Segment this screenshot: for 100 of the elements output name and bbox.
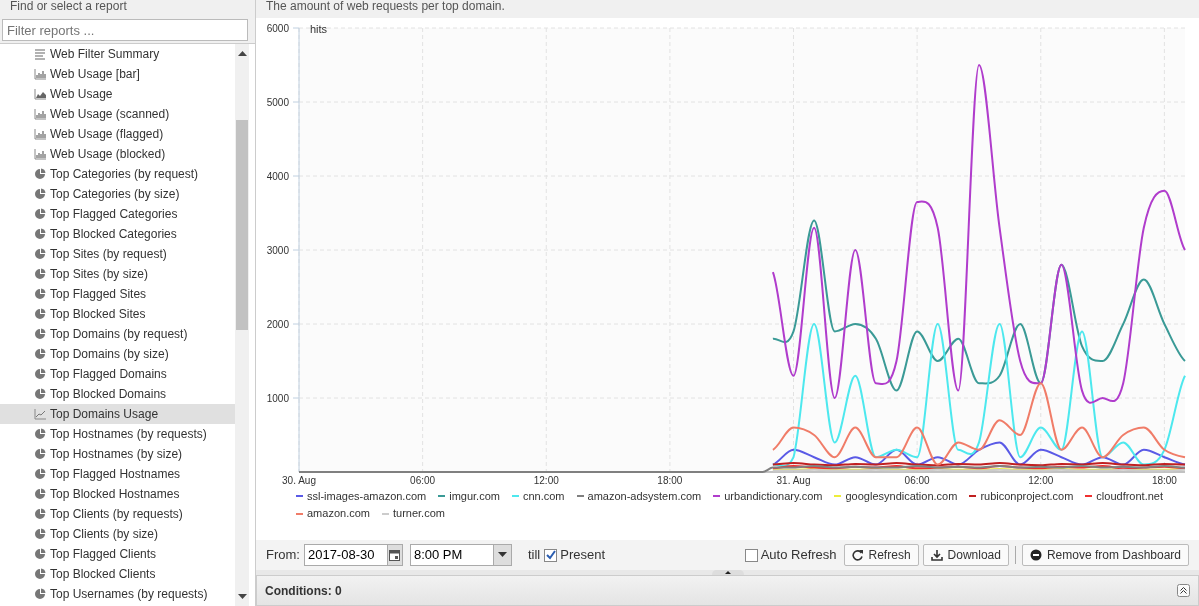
splitter-handle[interactable] [711, 570, 744, 576]
bar-chart-icon [34, 128, 46, 140]
report-item[interactable]: Top Clients (by requests) [0, 504, 235, 524]
calendar-button[interactable] [386, 545, 402, 566]
x-tick-label: 12:00 [1028, 474, 1054, 486]
legend-label[interactable]: googlesyndication.com [845, 487, 958, 505]
report-item[interactable]: Top Blocked Hostnames [0, 484, 235, 504]
report-item[interactable]: Top Blocked Categories [0, 224, 235, 244]
pie-chart-icon [34, 308, 46, 320]
report-item[interactable]: Web Filter Summary [0, 44, 235, 64]
x-tick-label: 06:00 [410, 474, 436, 486]
report-item[interactable]: Top Flagged Clients [0, 544, 235, 564]
area-chart-icon [34, 88, 46, 100]
collapse-icon[interactable] [1177, 584, 1190, 597]
report-item[interactable]: Top Blocked Domains [0, 384, 235, 404]
toolbar-button[interactable]: Download [922, 544, 1009, 567]
y-tick-label: 4000 [266, 170, 289, 182]
date-field[interactable]: 2017-08-30 [304, 545, 387, 565]
report-item[interactable]: Web Usage [0, 84, 235, 104]
report-item[interactable]: Top Hostnames (by size) [0, 444, 235, 464]
checkbox[interactable] [544, 548, 558, 562]
legend-label[interactable]: amazon.com [307, 505, 370, 522]
pie-chart-icon [34, 448, 46, 460]
pie-chart-icon [34, 168, 46, 180]
report-item[interactable]: Top Blocked Sites [0, 304, 235, 324]
report-item[interactable]: Top Flagged Hostnames [0, 464, 235, 484]
pie-chart-icon [34, 188, 46, 200]
download-icon [930, 549, 943, 562]
pie-chart-icon [34, 368, 46, 380]
pie-chart-icon [34, 348, 46, 360]
pie-chart-icon [34, 468, 46, 480]
toolbar-button[interactable]: Remove from Dashboard [1021, 544, 1189, 567]
scrollbar[interactable] [235, 44, 249, 606]
pie-chart-icon [34, 548, 46, 560]
legend-label[interactable]: cnn.com [522, 487, 565, 505]
x-tick-label: 30. Aug [282, 474, 316, 486]
minus-circle-icon [1029, 549, 1042, 562]
legend-label[interactable]: cloudfront.net [1096, 487, 1163, 505]
refresh-icon [851, 549, 864, 562]
report-item[interactable]: Web Usage [bar] [0, 64, 235, 84]
toolbar-button[interactable]: Refresh [843, 544, 919, 567]
report-item[interactable]: Web Usage (scanned) [0, 104, 235, 124]
x-tick-label: 18:00 [1151, 474, 1177, 486]
report-item[interactable]: Top Categories (by request) [0, 164, 235, 184]
y-tick-label: 5000 [266, 96, 289, 108]
summary-icon [34, 48, 46, 60]
x-tick-label: 31. Aug [776, 474, 811, 486]
date-picker[interactable]: 2017-08-30 [303, 544, 403, 567]
dropdown-button[interactable] [492, 545, 511, 566]
legend-label[interactable]: turner.com [393, 505, 445, 522]
report-item[interactable]: Top Flagged Sites [0, 284, 235, 304]
report-item[interactable]: Web Usage (flagged) [0, 124, 235, 144]
pie-chart-icon [34, 388, 46, 400]
pie-chart-icon [34, 248, 46, 260]
report-item[interactable]: Top Flagged Domains [0, 364, 235, 384]
y-tick-label: 3000 [266, 244, 289, 256]
report-item[interactable]: Web Usage (blocked) [0, 144, 235, 164]
legend-label[interactable]: imgur.com [449, 487, 500, 505]
checkbox-label[interactable]: Present [560, 545, 606, 565]
filter-field[interactable]: Filter reports ... [2, 19, 248, 41]
bar-chart-icon [34, 68, 46, 80]
pie-chart-icon [34, 488, 46, 500]
y-axis-label: hits [310, 22, 328, 35]
report-item[interactable]: Top Domains (by request) [0, 324, 235, 344]
y-tick-label: 6000 [266, 22, 289, 34]
checkbox-label[interactable]: Auto Refresh [760, 545, 837, 565]
legend-label[interactable]: ssl-images-amazon.com [307, 487, 427, 505]
report-item[interactable]: Top Domains (by size) [0, 344, 235, 364]
legend-label[interactable]: rubiconproject.com [980, 487, 1074, 505]
pie-chart-icon [34, 528, 46, 540]
report-item[interactable]: Top Sites (by size) [0, 264, 235, 284]
scroll-down-icon[interactable] [237, 594, 247, 600]
report-item[interactable]: Top Hostnames (by requests) [0, 424, 235, 444]
report-item[interactable]: Top Domains Usage [0, 404, 235, 424]
pie-chart-icon [34, 508, 46, 520]
report-item[interactable]: Top Flagged Categories [0, 204, 235, 224]
bar-chart-icon [34, 148, 46, 160]
report-item[interactable]: Top Blocked Clients [0, 564, 235, 584]
conditions-label: Conditions: 0 [265, 582, 342, 600]
bar-chart-icon [34, 108, 46, 120]
y-tick-label: 2000 [266, 318, 289, 330]
report-item[interactable]: Top Sites (by request) [0, 244, 235, 264]
pie-chart-icon [34, 588, 46, 600]
pie-chart-icon [34, 268, 46, 280]
conditions-bar[interactable]: Conditions: 0 [256, 575, 1199, 606]
legend-label[interactable]: urbandictionary.com [724, 487, 823, 505]
checkbox[interactable] [744, 548, 758, 562]
report-item[interactable]: Top Categories (by size) [0, 184, 235, 204]
pie-chart-icon [34, 428, 46, 440]
x-tick-label: 12:00 [533, 474, 559, 486]
time-field[interactable]: 8:00 PM [410, 545, 493, 565]
time-dropdown[interactable]: 8:00 PM [409, 544, 512, 567]
calendar-icon[interactable] [389, 549, 401, 561]
legend-label[interactable]: amazon-adsystem.com [587, 487, 702, 505]
caret-icon [497, 552, 507, 559]
line-chart-icon [34, 408, 46, 420]
scroll-up-icon[interactable] [237, 51, 247, 57]
report-item[interactable]: Top Usernames (by requests) [0, 584, 235, 604]
pie-chart-icon [34, 288, 46, 300]
report-item[interactable]: Top Clients (by size) [0, 524, 235, 544]
